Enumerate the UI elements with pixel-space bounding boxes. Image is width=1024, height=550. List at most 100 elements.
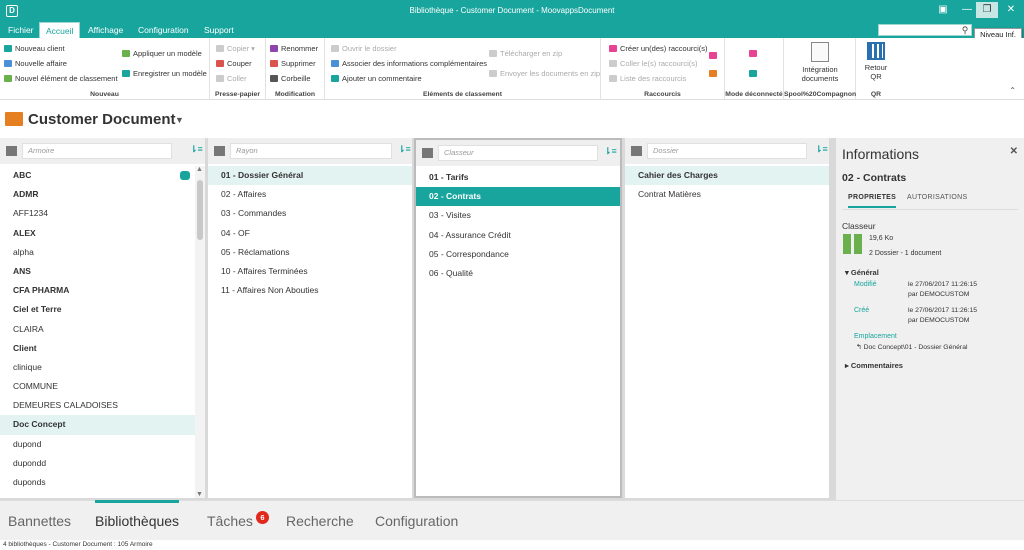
scroll-down-icon[interactable]: ▼	[196, 491, 203, 498]
cut-button[interactable]: Couper	[216, 58, 252, 69]
list-item[interactable]: ALEX	[0, 224, 195, 243]
delete-button[interactable]: Supprimer	[270, 58, 316, 69]
retour-qr-button[interactable]: Retour QR	[860, 42, 892, 81]
close-icon[interactable]: ✕	[1010, 146, 1018, 157]
trash-button[interactable]: Corbeille	[270, 73, 311, 84]
scrollbar[interactable]: ▲ ▼	[195, 166, 205, 498]
scroll-up-icon[interactable]: ▲	[196, 166, 203, 173]
list-item[interactable]: Cahier des Charges	[625, 166, 829, 186]
create-shortcut-button[interactable]: Créer un(des) raccourci(s)	[609, 43, 708, 54]
list-item[interactable]: dupondd	[0, 454, 195, 473]
save-model-button[interactable]: Enregistrer un modèle	[122, 68, 207, 79]
new-client-button[interactable]: Nouveau client	[4, 43, 65, 54]
display-icon[interactable]: ▣	[932, 2, 954, 18]
list-item[interactable]: 02 - Affaires	[208, 185, 412, 204]
open-folder-button[interactable]: Ouvrir le dossier	[331, 43, 397, 54]
list-item[interactable]: Doc Concept	[0, 415, 195, 435]
list-item[interactable]: 05 - Correspondance	[416, 245, 620, 264]
tab-configuration[interactable]: Configuration	[132, 22, 195, 38]
armoire-filter-input[interactable]: Armoire	[22, 143, 172, 159]
paste-button[interactable]: Coller	[216, 73, 247, 84]
list-item[interactable]: duponds	[0, 473, 195, 492]
menu-bar: Fichier Accueil Affichage Configuration …	[0, 22, 1024, 38]
library-title[interactable]: Customer Document	[28, 111, 176, 128]
scrollbar-thumb[interactable]	[197, 180, 203, 240]
list-item[interactable]: 06 - Qualité	[416, 264, 620, 283]
tab-bannettes[interactable]: Bannettes	[8, 513, 71, 529]
restore-button[interactable]: ❐	[976, 2, 998, 18]
copy-button[interactable]: Copier ▾	[216, 43, 255, 54]
new-business-button[interactable]: Nouvelle affaire	[4, 58, 67, 69]
list-item[interactable]: AFF1234	[0, 204, 195, 223]
sort-icon[interactable]: ⇂≡	[398, 144, 411, 155]
list-item[interactable]: ANS	[0, 262, 195, 281]
list-item[interactable]: 03 - Visites	[416, 206, 620, 225]
apply-model-button[interactable]: Appliquer un modèle	[122, 48, 202, 59]
sort-icon[interactable]: ⇂≡	[815, 144, 828, 155]
list-item[interactable]: CLAIRA	[0, 320, 195, 339]
list-item[interactable]: 04 - Assurance Crédit	[416, 226, 620, 245]
list-item[interactable]: ABC	[0, 166, 195, 185]
tab-proprietes[interactable]: PROPRIETES	[848, 194, 897, 208]
tab-affichage[interactable]: Affichage	[82, 22, 129, 38]
list-item[interactable]: COMMUNE	[0, 377, 195, 396]
list-item[interactable]: ADMR	[0, 185, 195, 204]
tab-bibliotheques[interactable]: Bibliothèques	[95, 500, 180, 529]
tab-recherche[interactable]: Recherche	[286, 513, 354, 529]
list-item[interactable]: CFA PHARMA	[0, 281, 195, 300]
close-button[interactable]: ✕	[1000, 2, 1022, 18]
shortcut-action-2[interactable]	[709, 68, 720, 79]
sort-icon[interactable]: ⇂≡	[190, 144, 203, 155]
tab-taches[interactable]: Tâches	[207, 513, 253, 529]
search-icon[interactable]: ⚲	[958, 24, 972, 36]
tab-configuration-bottom[interactable]: Configuration	[375, 513, 458, 529]
offline-out-button[interactable]	[749, 48, 760, 59]
rename-button[interactable]: Renommer	[270, 43, 318, 54]
list-item-selected[interactable]: 02 - Contrats	[416, 187, 620, 207]
location-link[interactable]: ↰ Doc Concept\01 - Dossier Général	[856, 343, 967, 351]
list-item[interactable]: 10 - Affaires Terminées	[208, 262, 412, 281]
classeur-filter-input[interactable]: Classeur	[438, 145, 598, 161]
list-item[interactable]: Contrat Matières	[625, 185, 829, 204]
dossier-filter-input[interactable]: Dossier	[647, 143, 807, 159]
qr-code-icon	[867, 42, 885, 60]
list-item[interactable]: dupond	[0, 435, 195, 454]
new-element-button[interactable]: Nouvel élément de classement	[4, 73, 118, 84]
integration-documents-button[interactable]: Intégration documents	[792, 42, 848, 83]
list-item[interactable]: 11 - Affaires Non Abouties	[208, 281, 412, 300]
tab-accueil[interactable]: Accueil	[39, 22, 81, 38]
tab-support[interactable]: Support	[198, 22, 240, 38]
chevron-down-icon[interactable]: ▼	[175, 115, 184, 125]
list-item[interactable]: 04 - OF	[208, 224, 412, 243]
list-item[interactable]: DEMEURES CALADOISES	[0, 396, 195, 415]
folder-icon	[331, 45, 339, 52]
paste-shortcut-button[interactable]: Coller le(s) raccourci(s)	[609, 58, 698, 69]
offline-in-button[interactable]	[749, 68, 760, 79]
tab-fichier[interactable]: Fichier	[2, 22, 40, 38]
group-elements: Ouvrir le dossier Associer des informati…	[325, 38, 601, 100]
rayon-filter-input[interactable]: Rayon	[230, 143, 392, 159]
group-deconnecte: Mode déconnecté	[725, 38, 784, 100]
list-item[interactable]: Ciel et Terre	[0, 300, 195, 319]
list-item[interactable]: alpha	[0, 243, 195, 262]
shortcut-list-button[interactable]: Liste des raccourcis	[609, 73, 686, 84]
list-item[interactable]: clinique	[0, 358, 195, 377]
general-section-toggle[interactable]: ▾ Général	[845, 268, 879, 277]
group-raccourcis: Créer un(des) raccourci(s) Coller le(s) …	[601, 38, 725, 100]
minimize-button[interactable]: —	[956, 2, 978, 18]
list-item[interactable]: 01 - Tarifs	[416, 168, 620, 187]
associate-info-button[interactable]: Associer des informations complémentaire…	[331, 58, 487, 69]
list-item[interactable]: 03 - Commandes	[208, 204, 412, 223]
list-item[interactable]: 05 - Réclamations	[208, 243, 412, 262]
column-armoire: Armoire ⇂≡ ABC ADMR AFF1234 ALEX alpha A…	[0, 138, 205, 498]
add-comment-button[interactable]: Ajouter un commentaire	[331, 73, 422, 84]
list-item[interactable]: Client	[0, 339, 195, 358]
list-item[interactable]: 01 - Dossier Général	[208, 166, 412, 186]
sort-icon[interactable]: ⇂≡	[604, 146, 617, 157]
tab-autorisations[interactable]: AUTORISATIONS	[907, 194, 967, 201]
comments-section-toggle[interactable]: ▸ Commentaires	[845, 361, 903, 370]
download-zip-button[interactable]: Télécharger en zip	[489, 48, 562, 59]
shortcut-action-1[interactable]	[709, 50, 720, 61]
collapse-ribbon-icon[interactable]: ⌃	[1009, 86, 1016, 95]
send-zip-button[interactable]: Envoyer les documents en zip	[489, 68, 600, 79]
